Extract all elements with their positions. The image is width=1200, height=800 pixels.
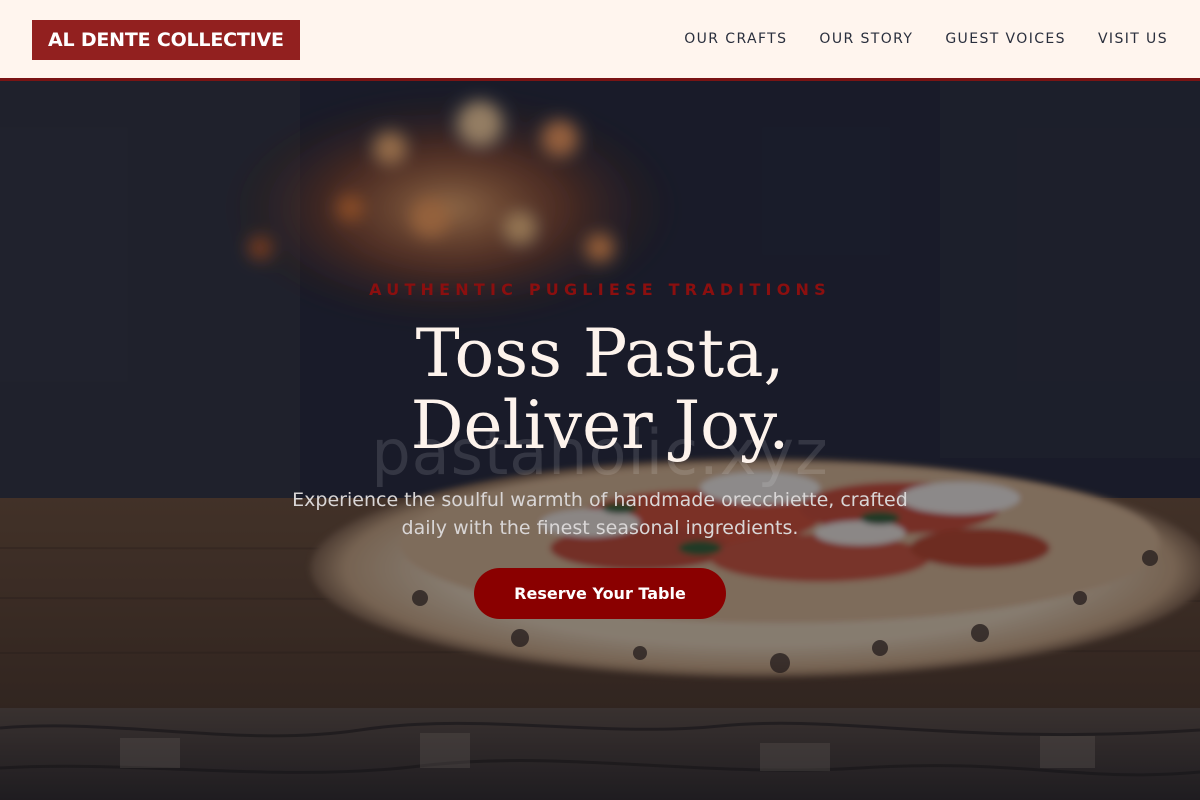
nav-link-guest-voices[interactable]: GUEST VOICES	[945, 31, 1066, 47]
reserve-table-button[interactable]: Reserve Your Table	[474, 568, 726, 619]
hero-headline-line-2: Deliver Joy.	[410, 387, 790, 464]
main-nav: OUR CRAFTS OUR STORY GUEST VOICES VISIT …	[684, 0, 1168, 78]
hero-eyebrow: AUTHENTIC PUGLIESE TRADITIONS	[369, 280, 831, 299]
nav-link-visit-us[interactable]: VISIT US	[1098, 31, 1168, 47]
hero-headline-line-1: Toss Pasta,	[415, 315, 785, 392]
nav-link-our-crafts[interactable]: OUR CRAFTS	[684, 31, 787, 47]
nav-link-our-story[interactable]: OUR STORY	[819, 31, 913, 47]
brand-logo[interactable]: AL DENTE COLLECTIVE	[32, 20, 300, 60]
hero-section: pastaholic.xyz AUTHENTIC PUGLIESE TRADIT…	[0, 78, 1200, 800]
site-header: AL DENTE COLLECTIVE OUR CRAFTS OUR STORY…	[0, 0, 1200, 81]
hero-headline: Toss Pasta, Deliver Joy.	[0, 318, 1200, 462]
hero-subtext: Experience the soulful warmth of handmad…	[292, 489, 908, 539]
